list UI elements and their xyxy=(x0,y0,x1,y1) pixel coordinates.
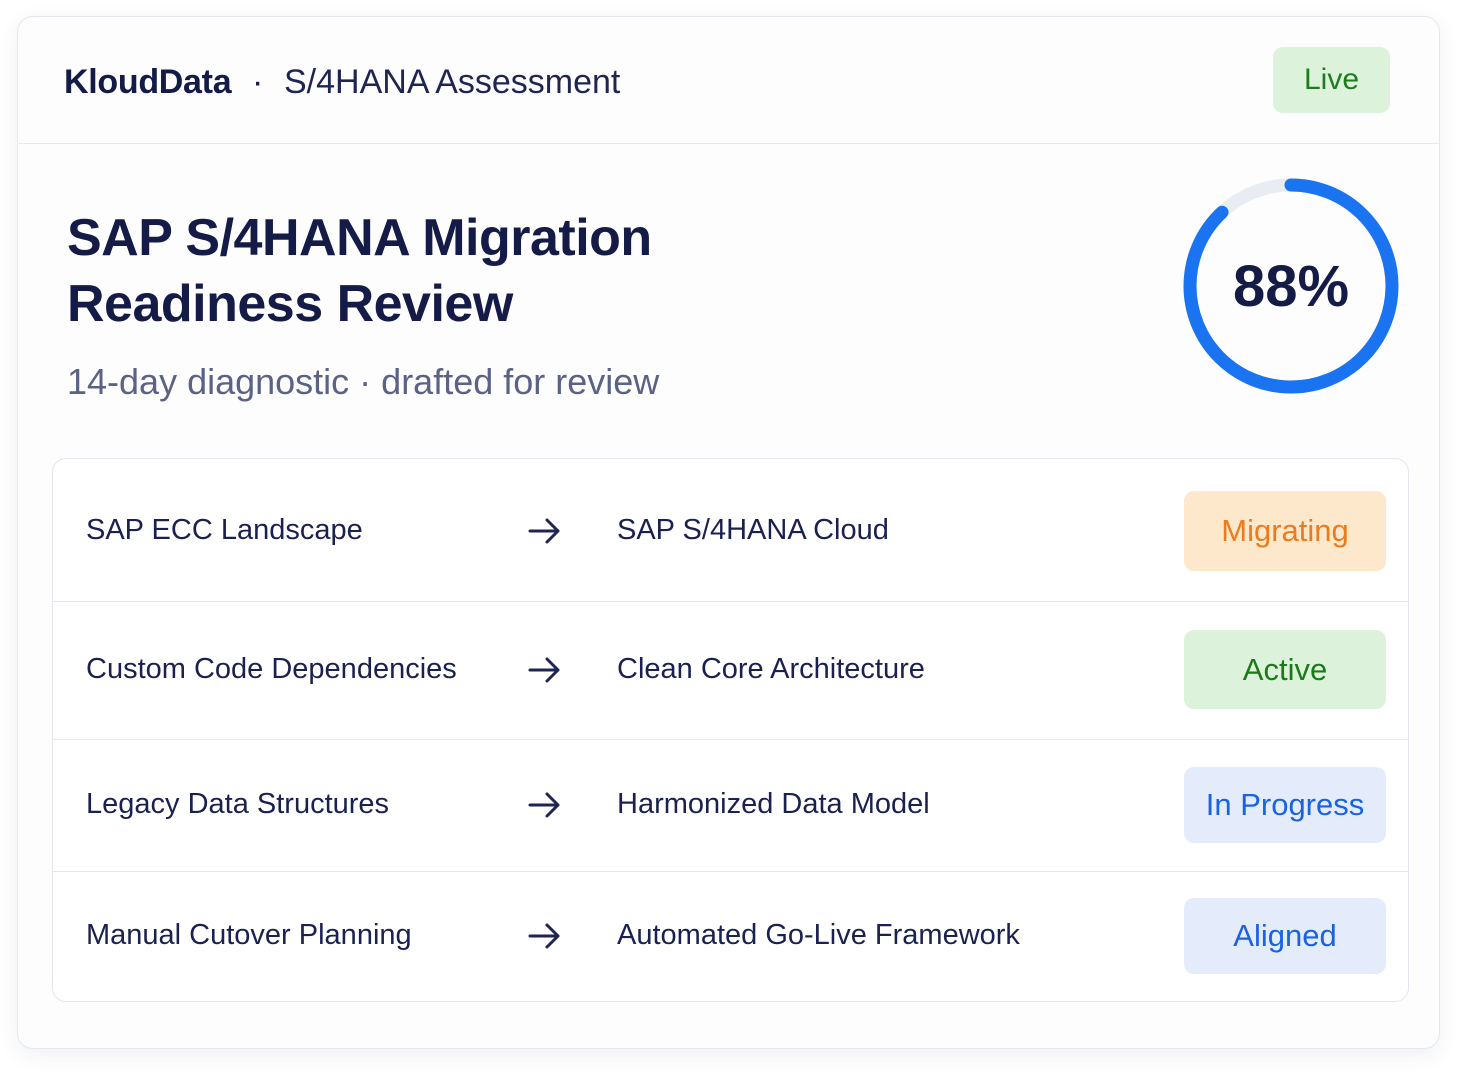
brand-name: KloudData xyxy=(64,63,232,101)
card-header: KloudData · S/4HANA Assessment Live xyxy=(18,17,1439,144)
arrow-right-icon xyxy=(528,657,560,683)
target-system: Harmonized Data Model xyxy=(617,788,930,820)
table-row: Custom Code Dependencies Clean Core Arch… xyxy=(53,602,1408,740)
header-separator: · xyxy=(252,63,264,101)
live-status-badge: Live xyxy=(1273,47,1390,113)
assessment-card: KloudData · S/4HANA Assessment Live SAP … xyxy=(17,16,1440,1049)
page-title-line-2: Readiness Review xyxy=(67,275,513,333)
section-title: S/4HANA Assessment xyxy=(284,63,621,101)
readiness-percentage: 88% xyxy=(1232,253,1350,319)
readiness-gauge: 88% xyxy=(1181,176,1401,396)
page-title: SAP S/4HANA Migration Readiness Review xyxy=(67,205,652,337)
table-row: SAP ECC Landscape SAP S/4HANA Cloud Migr… xyxy=(53,459,1408,602)
table-row: Manual Cutover Planning Automated Go-Liv… xyxy=(53,872,1408,1001)
table-row: Legacy Data Structures Harmonized Data M… xyxy=(53,740,1408,872)
target-system: SAP S/4HANA Cloud xyxy=(617,514,889,546)
source-system: SAP ECC Landscape xyxy=(86,514,363,546)
page-title-line-1: SAP S/4HANA Migration xyxy=(67,209,652,267)
target-system: Automated Go-Live Framework xyxy=(617,919,1020,951)
status-badge: Aligned xyxy=(1184,898,1386,974)
source-system: Manual Cutover Planning xyxy=(86,919,412,951)
target-system: Clean Core Architecture xyxy=(617,653,925,685)
migration-table: SAP ECC Landscape SAP S/4HANA Cloud Migr… xyxy=(52,458,1409,1002)
source-system: Custom Code Dependencies xyxy=(86,653,457,685)
status-badge: Active xyxy=(1184,630,1386,709)
arrow-right-icon xyxy=(528,923,560,949)
arrow-right-icon xyxy=(528,518,560,544)
status-badge: In Progress xyxy=(1184,767,1386,843)
source-system: Legacy Data Structures xyxy=(86,788,390,820)
arrow-right-icon xyxy=(528,792,560,818)
status-badge: Migrating xyxy=(1184,491,1386,571)
page-subtitle: 14-day diagnostic · drafted for review xyxy=(67,361,660,402)
